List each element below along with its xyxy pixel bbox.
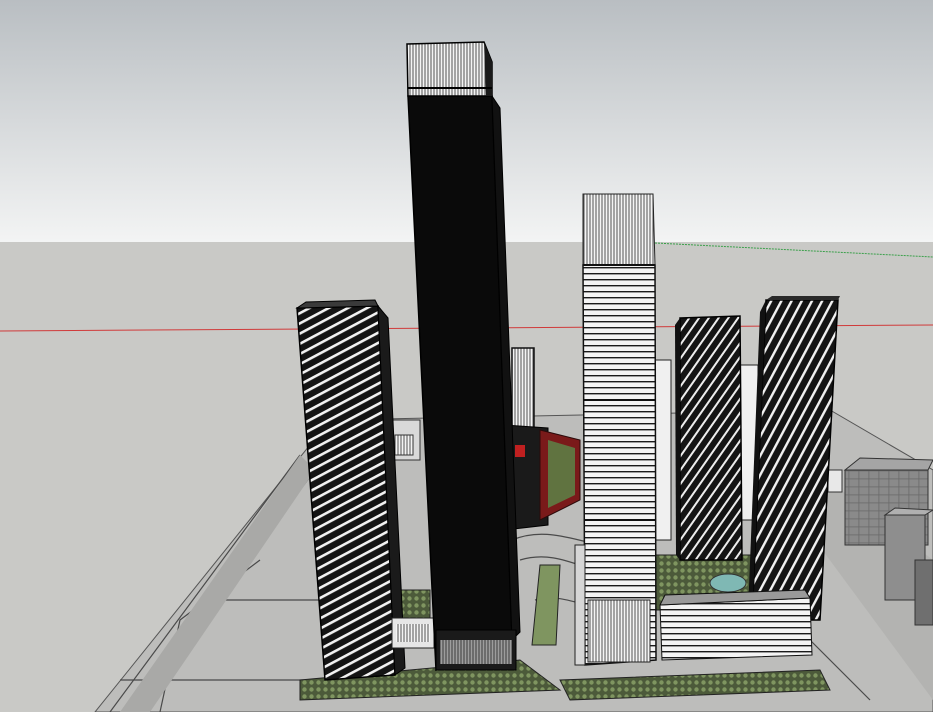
right-podium [659, 589, 813, 661]
scene-canvas[interactable] [0, 0, 933, 712]
model-viewport[interactable] [0, 0, 933, 712]
white-striped-tower[interactable] [574, 193, 657, 666]
middle-patterned-tower[interactable] [675, 315, 743, 561]
